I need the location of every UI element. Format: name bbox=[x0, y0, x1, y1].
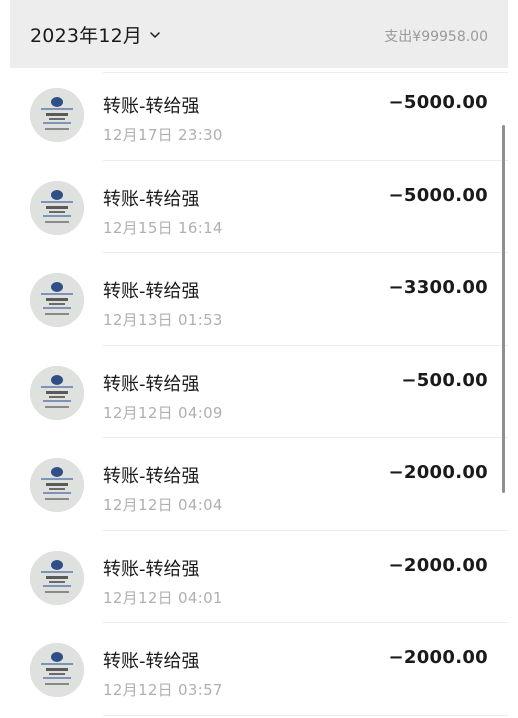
transaction-row[interactable]: 转账-转给强 12月13日 01:53 −3300.00 bbox=[10, 253, 508, 346]
transaction-time: 12月17日 23:30 bbox=[103, 126, 223, 144]
avatar-image bbox=[30, 458, 84, 512]
transaction-list[interactable]: 转账-转给强 12月17日 23:30 −5000.00 转账-转给强 12月1… bbox=[10, 68, 508, 718]
transaction-time: 12月15日 16:14 bbox=[103, 218, 223, 237]
transaction-row[interactable]: 转账-转给强 12月12日 04:01 −2000.00 bbox=[10, 531, 508, 624]
avatar bbox=[30, 180, 84, 235]
transaction-time: 12月13日 01:53 bbox=[103, 311, 223, 329]
scrollbar[interactable] bbox=[502, 125, 505, 493]
bill-header: 2023年12月 支出¥99958.00 bbox=[10, 0, 508, 68]
transaction-title: 转账-转给强 bbox=[103, 466, 200, 487]
transaction-time: 12月12日 04:04 bbox=[103, 496, 223, 514]
avatar-image bbox=[30, 643, 84, 697]
transaction-row[interactable]: 转账-转给强 12月12日 04:09 −500.00 bbox=[10, 346, 508, 439]
transaction-amount: −2000.00 bbox=[388, 647, 488, 668]
avatar-image bbox=[30, 180, 84, 235]
transaction-title: 转账-转给强 bbox=[103, 651, 200, 672]
transaction-amount: −3300.00 bbox=[388, 277, 488, 298]
transaction-row[interactable]: 转账-转给强 12月12日 04:04 −2000.00 bbox=[10, 438, 508, 531]
transaction-title: 转账-转给强 bbox=[103, 558, 200, 580]
transaction-title: 转账-转给强 bbox=[103, 373, 200, 395]
avatar bbox=[30, 365, 84, 420]
month-selector[interactable]: 2023年12月 bbox=[30, 21, 160, 48]
transaction-amount: −2000.00 bbox=[388, 462, 488, 483]
avatar-image bbox=[30, 550, 84, 605]
transaction-time: 12月12日 04:09 bbox=[103, 403, 223, 422]
transaction-row[interactable]: 转账-转给强 12月17日 23:30 −5000.00 bbox=[10, 68, 508, 161]
transaction-amount: −5000.00 bbox=[388, 92, 488, 113]
transaction-title: 转账-转给强 bbox=[103, 96, 200, 117]
avatar bbox=[30, 88, 84, 142]
month-label: 2023年12月 bbox=[30, 25, 143, 47]
transaction-title: 转账-转给强 bbox=[103, 188, 200, 210]
avatar bbox=[30, 273, 84, 327]
chevron-down-icon bbox=[150, 31, 160, 38]
transaction-row[interactable]: 转账-转给强 12月15日 16:14 −5000.00 bbox=[10, 161, 508, 254]
avatar-image bbox=[30, 273, 84, 327]
avatar-image bbox=[30, 88, 84, 142]
avatar bbox=[30, 550, 84, 605]
transaction-time: 12月12日 04:01 bbox=[103, 588, 223, 607]
transaction-title: 转账-转给强 bbox=[103, 281, 200, 302]
transaction-amount: −2000.00 bbox=[388, 554, 488, 576]
avatar bbox=[30, 643, 84, 697]
expense-summary: 支出¥99958.00 bbox=[384, 29, 488, 45]
transaction-amount: −5000.00 bbox=[388, 184, 488, 206]
avatar bbox=[30, 458, 84, 512]
transaction-row[interactable]: 转账-转给强 12月12日 03:57 −2000.00 bbox=[10, 623, 508, 716]
transaction-amount: −500.00 bbox=[401, 369, 488, 391]
avatar-image bbox=[30, 365, 84, 420]
transaction-time: 12月12日 03:57 bbox=[103, 681, 223, 699]
